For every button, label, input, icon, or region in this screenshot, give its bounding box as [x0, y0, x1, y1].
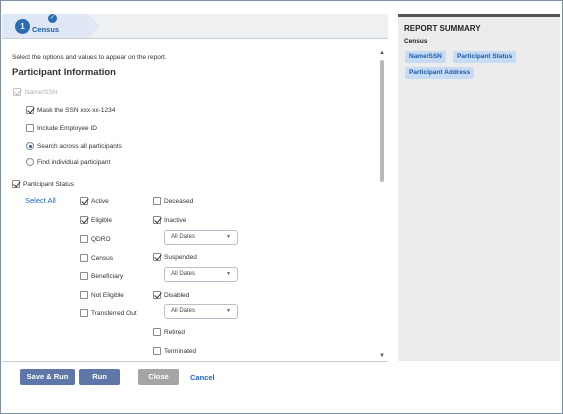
cancel-link[interactable]: Cancel: [190, 373, 215, 382]
status-label: Census: [91, 255, 114, 262]
status-census-checkbox[interactable]: [80, 254, 88, 262]
summary-chip-name-ssn: Name/SSN: [405, 51, 446, 63]
status-inactive-checkbox[interactable]: [153, 216, 161, 224]
search-all-label: Search across all participants: [37, 143, 122, 150]
status-label: Beneficiary: [91, 273, 124, 280]
status-terminated-checkbox[interactable]: [153, 347, 161, 355]
inactive-date-dropdown[interactable]: All Dates ▼: [164, 230, 238, 245]
summary-chip-participant-address: Participant Address: [405, 67, 475, 79]
instruction-text: Select the options and values to appear …: [12, 54, 167, 61]
status-label: Not Eligible: [91, 292, 124, 299]
status-not-eligible-checkbox[interactable]: [80, 291, 88, 299]
suspended-date-dropdown[interactable]: All Dates ▼: [164, 267, 238, 282]
status-beneficiary-checkbox[interactable]: [80, 272, 88, 280]
status-qdro-checkbox[interactable]: [80, 235, 88, 243]
status-deceased-checkbox[interactable]: [153, 197, 161, 205]
participant-status-checkbox[interactable]: [12, 180, 20, 188]
participant-status-label: Participant Status: [23, 181, 74, 188]
status-label: Terminated: [164, 348, 197, 355]
status-eligible-checkbox[interactable]: [80, 216, 88, 224]
disabled-date-dropdown[interactable]: All Dates ▼: [164, 304, 238, 319]
status-active-checkbox[interactable]: [80, 197, 88, 205]
step-number-icon: 1: [15, 19, 30, 34]
step-label: Census: [32, 25, 60, 34]
status-label: QDRO: [91, 236, 111, 243]
mask-ssn-label: Mask the SSN xxx-xx-1234: [37, 107, 116, 114]
status-disabled-checkbox[interactable]: [153, 291, 161, 299]
report-summary-subtitle: Census: [404, 38, 428, 45]
footer-divider: [2, 361, 388, 362]
chevron-down-icon: ▼: [226, 308, 231, 314]
dropdown-value: All Dates: [171, 308, 196, 314]
save-run-button[interactable]: Save & Run: [20, 369, 75, 385]
step-bar: [2, 14, 388, 38]
status-label: Active: [91, 198, 109, 205]
include-employee-id-label: Include Employee ID: [37, 125, 97, 132]
report-summary-title: REPORT SUMMARY: [404, 24, 481, 33]
summary-chip-participant-status: Participant Status: [453, 51, 517, 63]
section-title: Participant Information: [12, 67, 116, 78]
header-divider: [2, 38, 388, 39]
status-label: Deceased: [164, 198, 194, 205]
name-ssn-checkbox[interactable]: [13, 88, 21, 96]
status-suspended-checkbox[interactable]: [153, 253, 161, 261]
status-label: Inactive: [164, 217, 187, 224]
include-employee-id-checkbox[interactable]: [26, 124, 34, 132]
name-ssn-label: Name/SSN: [25, 89, 58, 96]
status-label: Disabled: [164, 292, 190, 299]
chevron-down-icon: ▼: [226, 234, 231, 240]
status-label: Retired: [164, 329, 185, 336]
dropdown-value: All Dates: [171, 271, 196, 277]
scroll-down-arrow-icon[interactable]: ▼: [379, 353, 385, 359]
scrollbar-thumb[interactable]: [380, 60, 384, 182]
search-all-radio[interactable]: [26, 142, 34, 150]
chevron-down-icon: ▼: [226, 271, 231, 277]
status-label: Eligible: [91, 217, 112, 224]
status-label: Transferred Out: [91, 310, 137, 317]
find-individual-label: Find individual participant: [37, 159, 111, 166]
status-retired-checkbox[interactable]: [153, 328, 161, 336]
status-label: Suspended: [164, 254, 197, 261]
scroll-up-arrow-icon[interactable]: ▲: [379, 50, 385, 56]
run-button[interactable]: Run: [79, 369, 120, 385]
dropdown-value: All Dates: [171, 234, 196, 240]
find-individual-radio[interactable]: [26, 158, 34, 166]
mask-ssn-checkbox[interactable]: [26, 106, 34, 114]
step-complete-check-icon: ✓: [48, 14, 57, 23]
status-transferred-out-checkbox[interactable]: [80, 309, 88, 317]
close-button[interactable]: Close: [138, 369, 179, 385]
select-all-link[interactable]: Select All: [25, 196, 56, 205]
